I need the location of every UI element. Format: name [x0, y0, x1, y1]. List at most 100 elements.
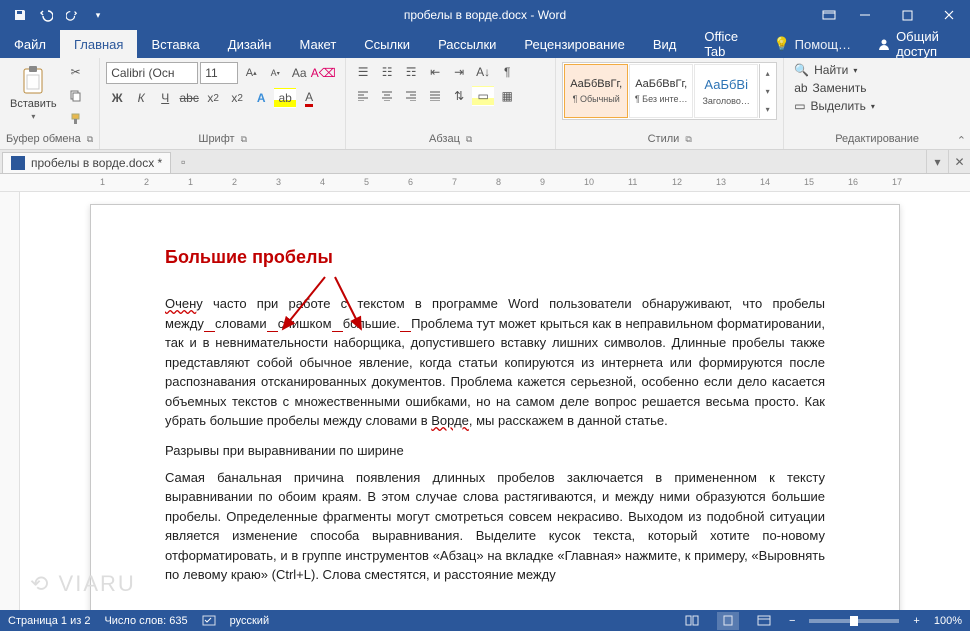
- status-page[interactable]: Страница 1 из 2: [8, 615, 90, 627]
- ribbon-tabs: Файл Главная Вставка Дизайн Макет Ссылки…: [0, 30, 970, 58]
- style-normal[interactable]: АаБбВвГг,¶ Обычный: [564, 64, 628, 118]
- qat-customize-icon[interactable]: ▾: [86, 3, 110, 27]
- style-heading1[interactable]: АаБбВіЗаголово…: [694, 64, 758, 118]
- document-page: Большие пробелы Очену часто при работе с…: [90, 204, 900, 610]
- find-button[interactable]: 🔍Найти▾: [790, 62, 879, 78]
- tab-home[interactable]: Главная: [60, 30, 137, 58]
- vertical-ruler[interactable]: [0, 192, 20, 610]
- show-marks-icon[interactable]: ¶: [496, 62, 518, 82]
- doc-tab-name: пробелы в ворде.docx *: [31, 156, 162, 170]
- text-effects-icon[interactable]: A: [250, 88, 272, 108]
- sort-icon[interactable]: A↓: [472, 62, 494, 82]
- style-nospacing[interactable]: АаБбВвГг,¶ Без инте…: [629, 64, 693, 118]
- paragraph-launcher-icon[interactable]: ⧉: [466, 134, 472, 145]
- font-color-icon[interactable]: A: [298, 88, 320, 108]
- numbering-icon[interactable]: ☷: [376, 62, 398, 82]
- align-left-icon[interactable]: [352, 86, 374, 106]
- view-web-icon[interactable]: [753, 612, 775, 630]
- group-paragraph-label: Абзац: [429, 133, 460, 145]
- tell-me-search[interactable]: 💡 Помощ…: [761, 30, 863, 58]
- zoom-slider[interactable]: [809, 619, 899, 623]
- replace-button[interactable]: abЗаменить: [790, 80, 879, 96]
- status-proofing-icon[interactable]: [202, 615, 216, 627]
- line-spacing-icon[interactable]: ⇅: [448, 86, 470, 106]
- ribbon-options-icon[interactable]: [814, 0, 844, 30]
- shading-icon[interactable]: ▭: [472, 86, 494, 106]
- maximize-icon[interactable]: [886, 0, 928, 30]
- redo-icon[interactable]: [60, 3, 84, 27]
- cut-icon[interactable]: ✂: [65, 62, 87, 82]
- subscript-icon[interactable]: x2: [202, 88, 224, 108]
- tab-insert[interactable]: Вставка: [137, 30, 213, 58]
- paste-button[interactable]: Вставить ▾: [6, 62, 61, 123]
- style-gallery[interactable]: АаБбВвГг,¶ Обычный АаБбВвГг,¶ Без инте… …: [562, 62, 777, 120]
- status-bar: Страница 1 из 2 Число слов: 635 русский …: [0, 610, 970, 631]
- decrease-indent-icon[interactable]: ⇤: [424, 62, 446, 82]
- replace-icon: ab: [794, 81, 807, 95]
- share-button[interactable]: Общий доступ: [863, 30, 970, 58]
- bold-icon[interactable]: Ж: [106, 88, 128, 108]
- undo-icon[interactable]: [34, 3, 58, 27]
- styles-launcher-icon[interactable]: ⧉: [685, 134, 691, 145]
- tab-layout[interactable]: Макет: [285, 30, 350, 58]
- copy-icon[interactable]: [65, 85, 87, 105]
- collapse-ribbon-icon[interactable]: ⌃: [957, 134, 966, 147]
- group-editing: 🔍Найти▾ abЗаменить ▭Выделить▾ Редактиров…: [784, 58, 970, 149]
- page-area[interactable]: Большие пробелы Очену часто при работе с…: [20, 192, 970, 610]
- chevron-down-icon: ▾: [31, 112, 35, 121]
- word-doc-icon: [11, 156, 25, 170]
- window-controls: [814, 0, 970, 30]
- align-center-icon[interactable]: [376, 86, 398, 106]
- tab-file[interactable]: Файл: [0, 30, 60, 58]
- multilevel-icon[interactable]: ☶: [400, 62, 422, 82]
- tab-officetab[interactable]: Office Tab: [690, 30, 761, 58]
- view-print-icon[interactable]: [717, 612, 739, 630]
- tab-references[interactable]: Ссылки: [350, 30, 424, 58]
- font-size-input[interactable]: [200, 62, 238, 84]
- save-icon[interactable]: [8, 3, 32, 27]
- strike-icon[interactable]: abc: [178, 88, 200, 108]
- align-right-icon[interactable]: [400, 86, 422, 106]
- close-icon[interactable]: [928, 0, 970, 30]
- grow-font-icon[interactable]: A▴: [240, 63, 262, 83]
- clipboard-launcher-icon[interactable]: ⧉: [87, 134, 93, 145]
- increase-indent-icon[interactable]: ⇥: [448, 62, 470, 82]
- highlight-icon[interactable]: ab: [274, 88, 296, 108]
- clear-format-icon[interactable]: A⌫: [312, 63, 334, 83]
- tab-review[interactable]: Рецензирование: [510, 30, 638, 58]
- tabs-dropdown-icon[interactable]: ▾: [926, 150, 948, 173]
- select-button[interactable]: ▭Выделить▾: [790, 98, 879, 114]
- underline-icon[interactable]: Ч: [154, 88, 176, 108]
- tab-view[interactable]: Вид: [639, 30, 691, 58]
- status-wordcount[interactable]: Число слов: 635: [104, 615, 187, 627]
- quick-access-toolbar: ▾: [0, 3, 110, 27]
- justify-icon[interactable]: [424, 86, 446, 106]
- zoom-level[interactable]: 100%: [934, 615, 962, 627]
- document-tab[interactable]: пробелы в ворде.docx *: [2, 152, 171, 173]
- horizontal-ruler[interactable]: 121234567891011121314151617: [0, 174, 970, 192]
- new-tab-icon[interactable]: ▫: [171, 150, 195, 173]
- tab-design[interactable]: Дизайн: [214, 30, 286, 58]
- workspace: Большие пробелы Очену часто при работе с…: [0, 192, 970, 610]
- tabs-close-icon[interactable]: ✕: [948, 150, 970, 173]
- status-language[interactable]: русский: [230, 615, 269, 627]
- cursor-icon: ▭: [794, 99, 805, 113]
- superscript-icon[interactable]: x2: [226, 88, 248, 108]
- bullets-icon[interactable]: ☰: [352, 62, 374, 82]
- person-icon: [877, 37, 891, 51]
- italic-icon[interactable]: К: [130, 88, 152, 108]
- style-gallery-more[interactable]: ▴▾▾: [759, 64, 775, 118]
- change-case-icon[interactable]: Aa: [288, 63, 310, 83]
- zoom-out-icon[interactable]: −: [789, 615, 795, 627]
- borders-icon[interactable]: ▦: [496, 86, 518, 106]
- group-font-label: Шрифт: [198, 133, 234, 145]
- view-read-icon[interactable]: [681, 612, 703, 630]
- tab-mailings[interactable]: Рассылки: [424, 30, 510, 58]
- format-painter-icon[interactable]: [65, 108, 87, 128]
- font-name-input[interactable]: [106, 62, 198, 84]
- zoom-in-icon[interactable]: +: [913, 615, 919, 627]
- minimize-icon[interactable]: [844, 0, 886, 30]
- paragraph-1: Очену часто при работе с текстом в прогр…: [165, 294, 825, 431]
- shrink-font-icon[interactable]: A▾: [264, 63, 286, 83]
- font-launcher-icon[interactable]: ⧉: [241, 134, 247, 145]
